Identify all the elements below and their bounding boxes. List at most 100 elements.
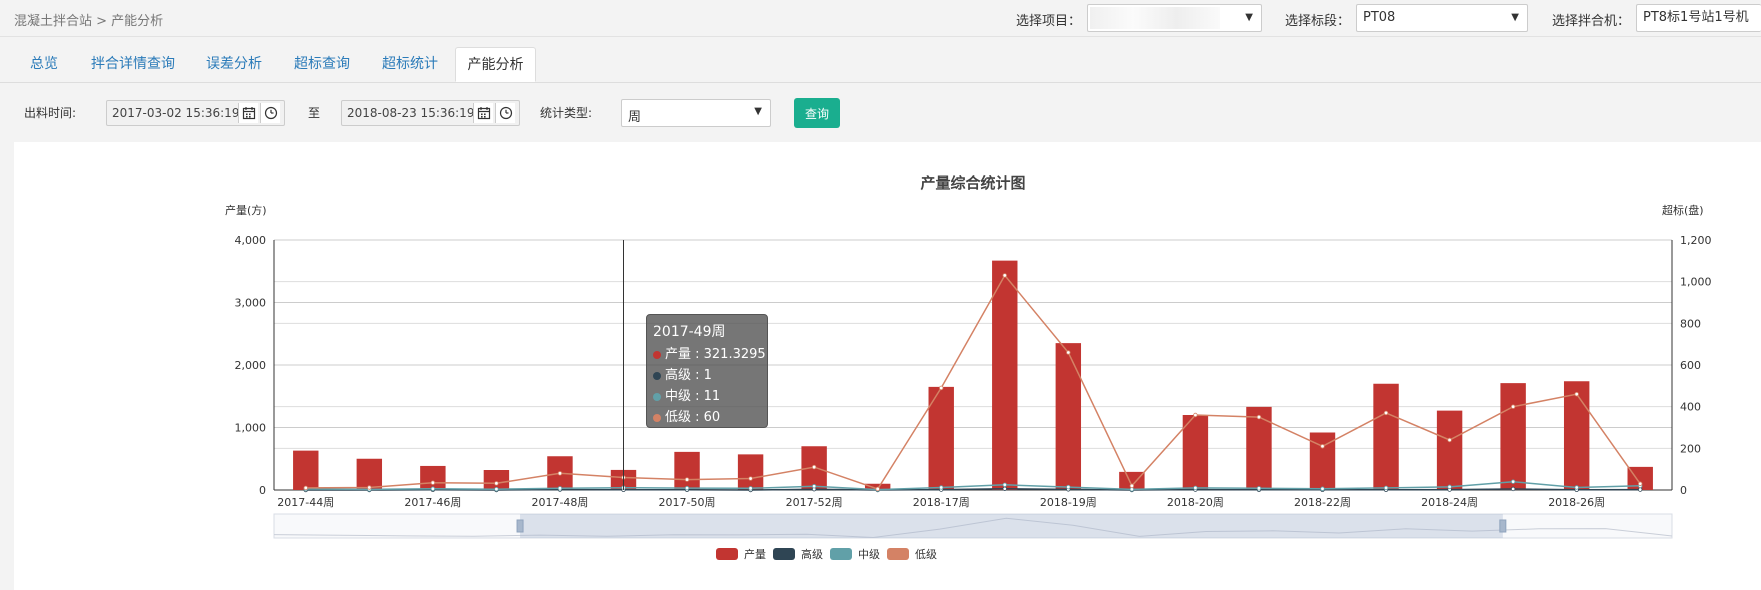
chart-bar	[1182, 415, 1209, 490]
series-point	[1256, 486, 1262, 491]
datazoom-handle	[1499, 519, 1507, 533]
y-tick-label: 1,000	[235, 422, 267, 435]
calendar-icon[interactable]	[238, 103, 258, 123]
legend-swatch	[830, 548, 852, 560]
series-point	[1066, 484, 1071, 490]
chart-bar	[1436, 410, 1463, 490]
chart-bar	[737, 454, 764, 490]
mixer-select[interactable]: PT8标1号站1号机	[1636, 4, 1761, 32]
datazoom-window	[520, 514, 1503, 538]
series-point	[1383, 410, 1389, 416]
chart-bar	[992, 260, 1018, 490]
tooltip-row: 高级 : 1	[653, 365, 761, 386]
tooltip-row-text: 产量 : 321.3295	[665, 347, 766, 362]
series-point	[1638, 487, 1643, 492]
y-tick-label: 3,000	[235, 297, 267, 310]
series-point	[430, 486, 436, 491]
chart-bar	[293, 450, 319, 490]
legend-dot	[653, 350, 661, 359]
legend-swatch	[716, 548, 738, 560]
x-tick-label: 2017-48周	[531, 496, 588, 509]
tooltip-row-text: 中级 : 11	[665, 389, 721, 404]
datazoom-handle	[516, 519, 524, 533]
section-select[interactable]: PT08 ▼	[1356, 4, 1528, 32]
chevron-down-icon: ▼	[754, 106, 762, 117]
legend-swatch	[773, 548, 795, 560]
series-point	[494, 486, 499, 492]
calendar-icon[interactable]	[473, 103, 493, 123]
series-point	[1129, 487, 1135, 492]
start-date-input[interactable]: 2017-03-02 15:36:19	[106, 100, 285, 126]
series-point	[430, 480, 436, 485]
series-point	[939, 485, 944, 490]
series-point	[303, 485, 308, 491]
series-point	[1510, 486, 1516, 492]
y2-tick-label: 600	[1680, 359, 1701, 372]
filter-bar: 出料时间: 2017-03-02 15:36:19 至 2018-08-23 1…	[0, 83, 1761, 141]
tab-exceed-stats[interactable]: 超标统计	[372, 47, 448, 82]
tab-bar: 总览 拌合详情查询 误差分析 超标查询 超标统计 产能分析	[0, 37, 1761, 83]
section-select-label: 选择标段：	[1285, 14, 1351, 29]
x-tick-label: 2017-50周	[659, 496, 716, 509]
time-label: 出料时间:	[24, 106, 77, 120]
chevron-down-icon: ▼	[1245, 12, 1253, 23]
stat-type-select[interactable]: 周 ▼	[621, 99, 771, 127]
y2-tick-label: 0	[1680, 484, 1687, 497]
redacted-project-value	[1090, 7, 1220, 29]
series-point	[1320, 486, 1325, 491]
tab-exceed-query[interactable]: 超标查询	[284, 47, 360, 82]
breadcrumb: 混凝土拌合站 > 产能分析	[14, 14, 164, 29]
y2-tick-label: 1,000	[1680, 276, 1712, 289]
series-point	[875, 486, 880, 492]
tab-capacity-analysis[interactable]: 产能分析	[455, 47, 536, 82]
series-point	[1066, 350, 1071, 355]
mixer-select-value: PT8标1号站1号机	[1643, 10, 1749, 25]
chart-bar	[1246, 406, 1272, 490]
y2-tick-label: 200	[1680, 442, 1701, 455]
tab-mix-detail[interactable]: 拌合详情查询	[82, 47, 184, 82]
y-axis-label: 产量(方)	[225, 203, 267, 217]
tab-error-analysis[interactable]: 误差分析	[196, 47, 272, 82]
series-point	[811, 484, 817, 489]
x-tick-label: 2018-19周	[1040, 496, 1097, 509]
clock-icon[interactable]	[495, 103, 515, 123]
start-date-value: 2017-03-02 15:36:19	[112, 106, 240, 120]
end-date-value: 2018-08-23 15:36:19	[347, 106, 475, 120]
end-date-input[interactable]: 2018-08-23 15:36:19	[341, 100, 520, 126]
tooltip-row: 低级 : 60	[653, 407, 761, 428]
section-select-value: PT08	[1363, 10, 1396, 25]
type-label: 统计类型:	[540, 106, 593, 120]
query-button[interactable]: 查询	[794, 98, 840, 128]
tooltip-row-text: 低级 : 60	[665, 410, 721, 425]
series-point	[367, 485, 372, 490]
chart-bar	[1500, 383, 1526, 490]
clock-icon[interactable]	[260, 103, 280, 123]
legend-dot	[653, 371, 661, 380]
tab-overview[interactable]: 总览	[14, 47, 74, 82]
y2-axis-label: 超标(盘)	[1662, 203, 1704, 217]
x-tick-label: 2018-17周	[913, 496, 970, 509]
x-tick-label: 2018-26周	[1548, 496, 1605, 509]
series-point	[557, 486, 563, 491]
series-point	[1193, 412, 1198, 418]
x-tick-label: 2017-52周	[786, 496, 843, 509]
project-select[interactable]: ▼	[1087, 4, 1262, 32]
tooltip-row-text: 高级 : 1	[665, 368, 712, 383]
stat-type-value: 周	[628, 110, 642, 125]
legend-label: 产量	[744, 547, 766, 561]
x-tick-label: 2018-20周	[1167, 496, 1224, 509]
series-point	[811, 464, 817, 470]
series-point	[1447, 484, 1452, 490]
series-point	[1256, 414, 1262, 420]
tooltip-row: 产量 : 321.3295	[653, 344, 766, 365]
series-point	[1383, 485, 1389, 491]
tooltip-row: 中级 : 11	[653, 386, 761, 407]
y-tick-label: 0	[259, 484, 266, 497]
chart-title: 产量综合统计图	[920, 174, 1025, 192]
series-point	[1510, 404, 1516, 409]
legend-swatch	[887, 548, 909, 560]
chart-panel: 产量综合统计图 产量(方) 超标(盘) 0 1,000 2,000 3,000 4,000 0 2…	[14, 142, 1761, 590]
series-point	[748, 476, 753, 481]
chart-bar	[1055, 343, 1082, 490]
series-point	[557, 471, 563, 476]
